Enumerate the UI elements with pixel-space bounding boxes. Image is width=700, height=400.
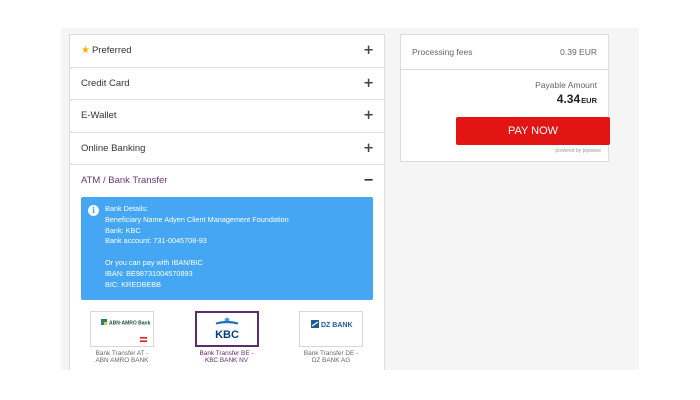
powered-by-text: powered by pipwave (555, 148, 601, 154)
accordion-label-e-wallet: E-Wallet (81, 110, 117, 122)
kbc-logo: KBC (194, 311, 259, 347)
expand-plus-icon[interactable]: + (363, 109, 374, 122)
accordion-label-atm-bank-transfer: ATM / Bank Transfer (81, 174, 168, 186)
abn-amro-shield-yellow (104, 322, 107, 325)
payable-amount-block: Payable Amount 4.34EUR (401, 70, 608, 106)
bank-name-abn-amro: Bank Transfer AT - ABN AMRO BANK (95, 350, 149, 365)
abn-amro-logo: ABN·AMRO Bank (90, 311, 154, 347)
payable-amount-value: 4.34EUR (556, 92, 597, 106)
processing-fees-value: 0.39 EUR (560, 47, 597, 57)
kbc-logo-text: KBC (215, 329, 239, 341)
payable-amount-label: Payable Amount (535, 80, 597, 90)
bank-name-dz-bank: Bank Transfer DE - DZ BANK AG (303, 350, 359, 365)
accordion-label-online-banking: Online Banking (81, 142, 146, 154)
bank-name-kbc: Bank Transfer BE - KBC BANK NV (199, 350, 254, 365)
payment-summary-panel: Processing fees 0.39 EUR Payable Amount … (400, 34, 610, 162)
accordion-label-preferred: ★ Preferred (81, 45, 132, 57)
payment-methods-accordion: ★ Preferred + Credit Card + E-Wallet + On… (69, 34, 385, 370)
accordion-item-online-banking[interactable]: Online Banking + (70, 133, 384, 165)
dz-bank-logo-text: DZ BANK (321, 322, 353, 329)
currency-code: EUR (581, 96, 597, 105)
austria-flag-top (140, 337, 147, 339)
bank-options: ABN·AMRO Bank Bank Transfer AT - ABN AMR… (90, 311, 363, 365)
bank-details-account: Bank account: 731-0045708-93 (105, 236, 207, 246)
kbc-logo-graphic: KBC (215, 317, 239, 341)
bank-option-kbc[interactable]: KBC Bank Transfer BE - KBC BANK NV (194, 311, 259, 365)
accordion-label-credit-card: Credit Card (81, 77, 130, 89)
expand-plus-icon[interactable]: + (363, 142, 374, 155)
bank-details-iban-intro: Or you can pay with IBAN/BIC (105, 257, 203, 267)
kbc-logo-arc (215, 320, 238, 325)
bank-option-abn-amro[interactable]: ABN·AMRO Bank Bank Transfer AT - ABN AMR… (90, 311, 154, 365)
processing-fees-row: Processing fees 0.39 EUR (401, 35, 608, 70)
dz-bank-logo-graphic: DZ BANK (311, 320, 353, 329)
star-icon: ★ (81, 45, 90, 57)
bank-details-iban: IBAN: BE98731004570893 (105, 268, 193, 278)
accordion-item-atm-bank-transfer[interactable]: ATM / Bank Transfer − (70, 165, 384, 195)
bank-details-box: i Bank Details: Beneficiary Name Adyen C… (81, 197, 373, 300)
bank-option-dz-bank[interactable]: DZ BANK Bank Transfer DE - DZ BANK AG (299, 311, 363, 365)
payment-page: ★ Preferred + Credit Card + E-Wallet + On… (61, 28, 639, 370)
processing-fees-label: Processing fees (412, 47, 473, 57)
expand-plus-icon[interactable]: + (363, 77, 374, 90)
dz-bank-logo: DZ BANK (299, 311, 363, 347)
expand-plus-icon[interactable]: + (363, 44, 374, 57)
pay-now-button[interactable]: PAY NOW (456, 117, 610, 145)
bank-details-bic: BIC: KREDBEBB (105, 279, 161, 289)
collapse-minus-icon[interactable]: − (363, 174, 374, 187)
bank-details-title: Bank Details: (105, 204, 148, 213)
bank-details-bank: Bank: KBC (105, 225, 141, 235)
abn-amro-logo-text: ABN·AMRO Bank (109, 321, 151, 327)
accordion-item-preferred[interactable]: ★ Preferred + (70, 35, 384, 68)
bank-details-beneficiary: Beneficiary Name Adyen Client Management… (105, 214, 289, 224)
accordion-item-credit-card[interactable]: Credit Card + (70, 68, 384, 100)
info-icon: i (88, 205, 99, 216)
austria-flag-bottom (140, 340, 147, 342)
bank-details-spacer (105, 247, 365, 258)
accordion-item-e-wallet[interactable]: E-Wallet + (70, 100, 384, 133)
abn-amro-logo-graphic: ABN·AMRO Bank (101, 319, 151, 343)
